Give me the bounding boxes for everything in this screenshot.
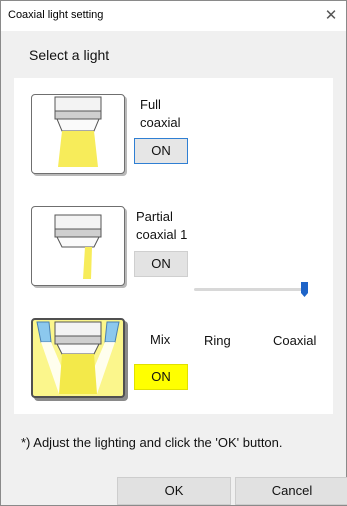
instruction-note: *) Adjust the lighting and click the 'OK… [21,435,283,450]
select-light-heading: Select a light [29,47,110,63]
ok-button[interactable]: OK [117,477,231,505]
mix-on-button[interactable]: ON [134,364,188,390]
partial-coaxial-label: Partial coaxial 1 [136,208,187,244]
partial-coaxial-illustration-icon [54,214,102,279]
full-coaxial-label: Full coaxial [140,96,180,132]
mix-light-image[interactable] [31,318,125,398]
dialog-window: Coaxial light setting ✕ Select a light F… [0,0,347,506]
ring-coaxial-slider-track[interactable] [194,288,308,291]
full-coaxial-illustration-icon [54,96,102,167]
cancel-button[interactable]: Cancel [235,477,347,505]
slider-coaxial-label: Coaxial [273,333,317,348]
partial-coaxial-on-button[interactable]: ON [134,251,188,277]
partial-coaxial-label-line2: coaxial 1 [136,227,188,242]
full-coaxial-on-button[interactable]: ON [134,138,188,164]
mix-label: Mix [150,332,171,347]
light-options-panel: Full coaxial ON Partial coaxial 1 ON Mix… [14,78,333,414]
ring-coaxial-slider-thumb[interactable] [301,282,308,297]
full-coaxial-label-line2: coaxial [140,115,181,130]
partial-coaxial-light-image[interactable] [31,206,125,286]
full-coaxial-light-image[interactable] [31,94,125,174]
window-title: Coaxial light setting [8,9,104,21]
slider-ring-label: Ring [204,333,231,348]
title-bar: Coaxial light setting ✕ [1,1,346,31]
mix-illustration-icon [36,321,120,394]
close-icon[interactable]: ✕ [318,3,344,29]
partial-coaxial-label-line1: Partial [136,209,173,224]
full-coaxial-label-line1: Full [140,97,161,112]
